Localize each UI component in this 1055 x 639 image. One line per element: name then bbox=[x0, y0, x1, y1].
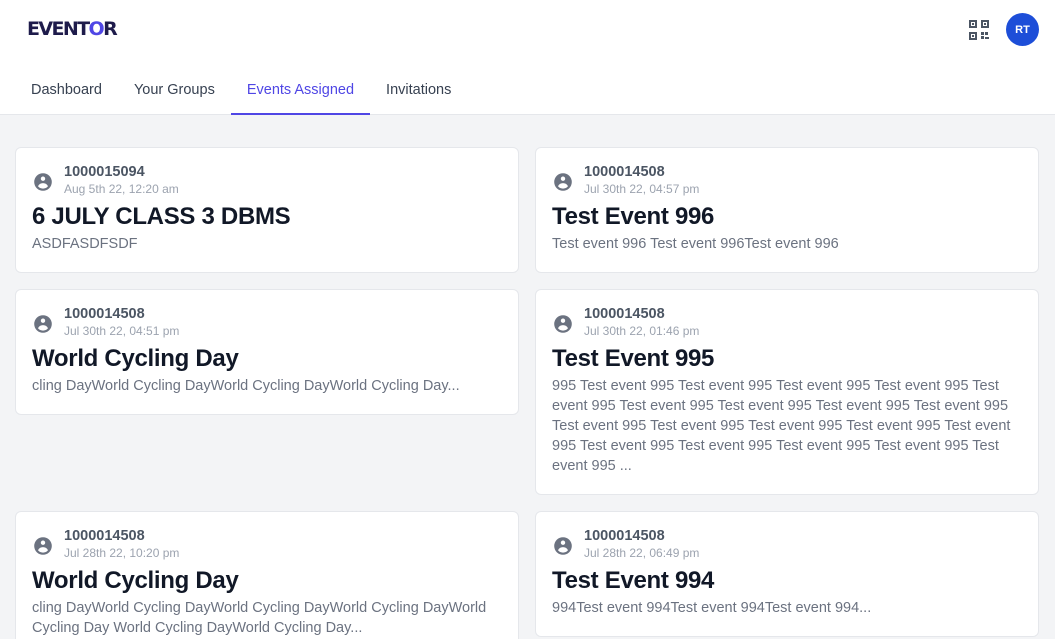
logo-text-o: O bbox=[88, 18, 105, 40]
event-title: World Cycling Day bbox=[32, 345, 239, 372]
user-circle-icon bbox=[34, 315, 52, 333]
event-title: Test Event 995 bbox=[552, 345, 715, 372]
logo-text-prefix: EVENT bbox=[27, 18, 90, 40]
user-circle-icon bbox=[554, 173, 572, 191]
event-user-id: 1000014508 bbox=[584, 164, 665, 180]
event-title: Test Event 996 bbox=[552, 203, 715, 230]
event-timestamp: Aug 5th 22, 12:20 am bbox=[64, 182, 179, 196]
logo-text-suffix: R bbox=[103, 18, 118, 40]
tab-events-assigned[interactable]: Events Assigned bbox=[230, 66, 371, 115]
user-circle-icon bbox=[554, 537, 572, 555]
event-title: Test Event 994 bbox=[552, 567, 715, 594]
qr-code-icon[interactable] bbox=[968, 19, 990, 41]
event-card[interactable]: 1000014508 Jul 28th 22, 10:20 pm World C… bbox=[15, 511, 519, 639]
tab-your-groups[interactable]: Your Groups bbox=[118, 66, 231, 115]
event-user-id: 1000014508 bbox=[64, 306, 145, 322]
event-card[interactable]: 1000015094 Aug 5th 22, 12:20 am 6 JULY C… bbox=[15, 147, 519, 273]
event-user-id: 1000014508 bbox=[584, 306, 665, 322]
user-circle-icon bbox=[34, 173, 52, 191]
event-timestamp: Jul 28th 22, 10:20 pm bbox=[64, 546, 180, 560]
event-description: Test event 996 Test event 996Test event … bbox=[552, 236, 839, 252]
event-card[interactable]: 1000014508 Jul 30th 22, 01:46 pm Test Ev… bbox=[535, 289, 1039, 495]
event-description: 995 Test event 995 Test event 995 Test e… bbox=[552, 378, 1011, 474]
event-user-id: 1000014508 bbox=[64, 528, 145, 544]
event-description: cling DayWorld Cycling DayWorld Cycling … bbox=[32, 600, 487, 636]
event-timestamp: Jul 30th 22, 04:57 pm bbox=[584, 182, 700, 196]
main-tabs: Dashboard Your Groups Events Assigned In… bbox=[15, 66, 467, 115]
eventor-logo[interactable]: EVENTOR bbox=[27, 18, 118, 40]
event-user-id: 1000015094 bbox=[64, 164, 145, 180]
event-description: ASDFASDFSDF bbox=[32, 236, 138, 252]
event-description: cling DayWorld Cycling DayWorld Cycling … bbox=[32, 378, 460, 394]
user-avatar[interactable]: RT bbox=[1006, 13, 1039, 46]
event-timestamp: Jul 28th 22, 06:49 pm bbox=[584, 546, 700, 560]
event-description: 994Test event 994Test event 994Test even… bbox=[552, 600, 872, 616]
event-card[interactable]: 1000014508 Jul 28th 22, 06:49 pm Test Ev… bbox=[535, 511, 1039, 637]
top-navigation-bar: EVENTOR RT Dashboard Your Groups Events … bbox=[0, 0, 1055, 115]
event-timestamp: Jul 30th 22, 01:46 pm bbox=[584, 324, 700, 338]
event-card[interactable]: 1000014508 Jul 30th 22, 04:57 pm Test Ev… bbox=[535, 147, 1039, 273]
event-card[interactable]: 1000014508 Jul 30th 22, 04:51 pm World C… bbox=[15, 289, 519, 415]
user-circle-icon bbox=[34, 537, 52, 555]
tab-invitations[interactable]: Invitations bbox=[370, 66, 467, 115]
event-title: World Cycling Day bbox=[32, 567, 239, 594]
event-title: 6 JULY CLASS 3 DBMS bbox=[32, 203, 291, 230]
user-circle-icon bbox=[554, 315, 572, 333]
event-timestamp: Jul 30th 22, 04:51 pm bbox=[64, 324, 180, 338]
tab-dashboard[interactable]: Dashboard bbox=[15, 66, 118, 115]
event-user-id: 1000014508 bbox=[584, 528, 665, 544]
